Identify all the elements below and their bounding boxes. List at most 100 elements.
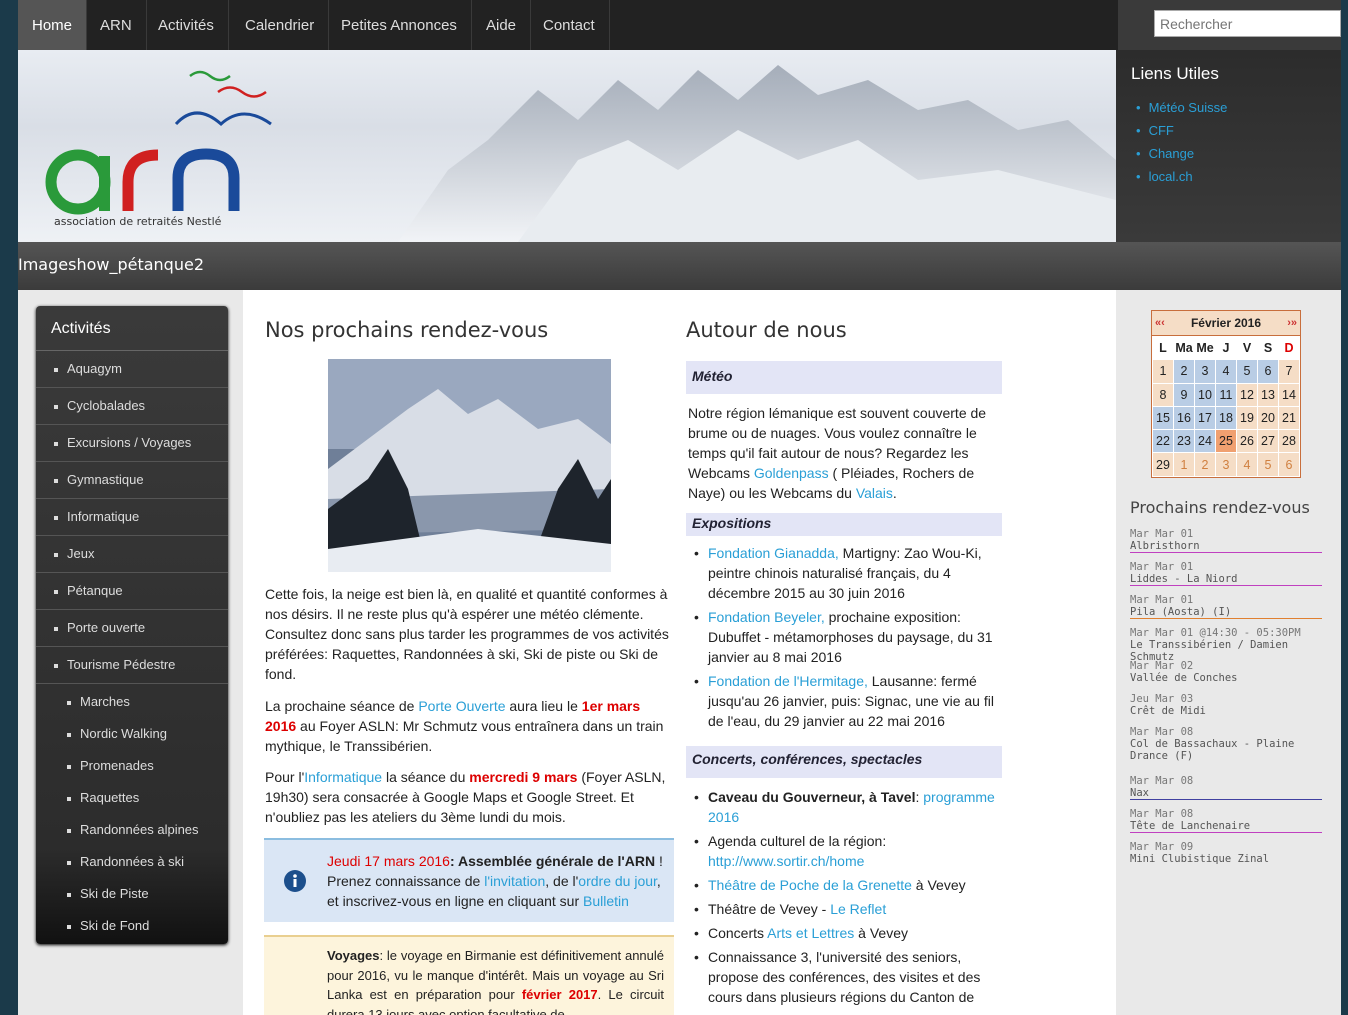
calendar-day-header: S xyxy=(1257,335,1279,361)
calendar-day[interactable]: 23 xyxy=(1173,429,1195,454)
link-local-ch[interactable]: local.ch xyxy=(1136,169,1341,192)
submenu-item-marches[interactable]: Marches xyxy=(36,686,228,718)
event-item[interactable]: Mar Mar 01 Pila (Aosta) (I) xyxy=(1130,594,1322,619)
calendar-day[interactable]: 4 xyxy=(1215,359,1237,384)
event-item[interactable]: Mar Mar 02 Vallée de Conches xyxy=(1130,660,1322,684)
calendar-day[interactable]: 19 xyxy=(1236,405,1258,431)
arn-logo[interactable] xyxy=(45,70,272,215)
porte-ouverte-link[interactable]: Porte Ouverte xyxy=(418,698,505,714)
menu-item-aquagym[interactable]: Aquagym xyxy=(36,351,228,388)
calendar-day[interactable]: 28 xyxy=(1278,429,1300,454)
calendar-day[interactable]: 27 xyxy=(1257,429,1279,454)
submenu-item-nordic-walking[interactable]: Nordic Walking xyxy=(36,718,228,750)
calendar-day[interactable]: 5 xyxy=(1236,359,1258,384)
menu-item-jeux[interactable]: Jeux xyxy=(36,536,228,573)
search-input[interactable] xyxy=(1154,10,1341,37)
voyages-label: Voyages xyxy=(327,948,380,963)
nav-arn[interactable]: ARN xyxy=(86,0,147,50)
menu-item-excursions[interactable]: Excursions / Voyages xyxy=(36,425,228,462)
calendar-next-button[interactable]: ›» xyxy=(1287,311,1297,335)
submenu-item-raquettes[interactable]: Raquettes xyxy=(36,782,228,814)
calendar-day[interactable]: 16 xyxy=(1173,405,1195,431)
calendar-day[interactable]: 2 xyxy=(1173,359,1195,384)
menu-item-cyclobalades[interactable]: Cyclobalades xyxy=(36,388,228,425)
calendar-day[interactable]: 1 xyxy=(1173,452,1195,477)
calendar-day[interactable]: 10 xyxy=(1194,382,1216,407)
calendar-day[interactable]: 29 xyxy=(1152,452,1174,477)
menu-item-label: Ski de Fond xyxy=(80,918,150,933)
link-meteo-suisse[interactable]: Météo Suisse xyxy=(1136,100,1341,123)
calendar-day[interactable]: 4 xyxy=(1236,452,1258,477)
calendar-day[interactable]: 12 xyxy=(1236,382,1258,407)
event-item[interactable]: Jeu Mar 03 Crêt de Midi xyxy=(1130,693,1322,717)
calendar-day[interactable]: 17 xyxy=(1194,405,1216,431)
event-item[interactable]: Mar Mar 01 Albristhorn xyxy=(1130,528,1322,553)
calendar-day[interactable]: 6 xyxy=(1278,452,1300,477)
calendar-day[interactable]: 11 xyxy=(1215,382,1237,407)
valais-link[interactable]: Valais xyxy=(856,485,893,501)
calendar-day[interactable]: 7 xyxy=(1278,359,1300,384)
calendar-day[interactable]: 25 xyxy=(1215,429,1237,454)
event-item[interactable]: Mar Mar 08 Nax xyxy=(1130,775,1322,800)
submenu-item-ski-de-fond[interactable]: Ski de Fond xyxy=(36,910,228,942)
menu-item-label: Pétanque xyxy=(67,583,123,598)
event-item[interactable]: Mar Mar 08 Tête de Lanchenaire xyxy=(1130,808,1322,833)
invitation-link[interactable]: l'invitation xyxy=(484,873,545,889)
arts-lettres-link[interactable]: Arts et Lettres xyxy=(767,925,854,941)
goldenpass-link[interactable]: Goldenpass xyxy=(754,465,829,481)
calendar-day[interactable]: 22 xyxy=(1152,429,1174,454)
calendar-day[interactable]: 3 xyxy=(1194,359,1216,384)
bulletin-link[interactable]: Bulletin xyxy=(583,893,629,909)
calendar-prev-button[interactable]: «‹ xyxy=(1155,311,1165,335)
menu-item-petanque[interactable]: Pétanque xyxy=(36,573,228,610)
event-item[interactable]: Mar Mar 01 @14:30 - 05:30PM Le Transsibér… xyxy=(1130,627,1322,663)
beyeler-link[interactable]: Fondation Beyeler, xyxy=(708,609,825,625)
mini-calendar: «‹ Février 2016 ›» L Ma Me J V S D 1 2 3 4 5 6 7 8 9 10 11… xyxy=(1151,310,1301,478)
ordre-du-jour-link[interactable]: ordre du jour xyxy=(578,873,657,889)
event-item[interactable]: Mar Mar 08 Col de Bassachaux - Plaine Dra… xyxy=(1130,726,1322,762)
calendar-day[interactable]: 24 xyxy=(1194,429,1216,454)
calendar-day[interactable]: 13 xyxy=(1257,382,1279,407)
calendar-day[interactable]: 20 xyxy=(1257,405,1279,431)
nav-petites-annonces[interactable]: Petites Annonces xyxy=(327,0,472,50)
link-cff[interactable]: CFF xyxy=(1136,123,1341,146)
nav-calendrier[interactable]: Calendrier xyxy=(231,0,330,50)
nav-aide[interactable]: Aide xyxy=(472,0,532,50)
le-reflet-link[interactable]: Le Reflet xyxy=(830,901,886,917)
calendar-day[interactable]: 2 xyxy=(1194,452,1216,477)
link-change[interactable]: Change xyxy=(1136,146,1341,169)
event-item[interactable]: Mar Mar 09 Mini Clubistique Zinal xyxy=(1130,841,1322,865)
calendar-day[interactable]: 18 xyxy=(1215,405,1237,431)
menu-item-porte-ouverte[interactable]: Porte ouverte xyxy=(36,610,228,647)
slideshow-bar xyxy=(18,242,1341,290)
submenu-item-randonnees-alpines[interactable]: Randonnées alpines xyxy=(36,814,228,846)
grenette-link[interactable]: Théâtre de Poche de la Grenette xyxy=(708,877,912,893)
submenu-item-promenades[interactable]: Promenades xyxy=(36,750,228,782)
nav-activites[interactable]: Activités xyxy=(144,0,229,50)
snowy-mountain-photo xyxy=(328,359,611,572)
calendar-day[interactable]: 5 xyxy=(1257,452,1279,477)
nav-contact[interactable]: Contact xyxy=(529,0,610,50)
calendar-day[interactable]: 9 xyxy=(1173,382,1195,407)
voyages-notice-box: Voyages: le voyage en Birmanie est défin… xyxy=(264,935,674,1015)
menu-item-gymnastique[interactable]: Gymnastique xyxy=(36,462,228,499)
calendar-day[interactable]: 21 xyxy=(1278,405,1300,431)
calendar-day[interactable]: 3 xyxy=(1215,452,1237,477)
informatique-link[interactable]: Informatique xyxy=(304,769,382,785)
submenu-item-ski-de-piste[interactable]: Ski de Piste xyxy=(36,878,228,910)
gianadda-link[interactable]: Fondation Gianadda, xyxy=(708,545,839,561)
calendar-day[interactable]: 14 xyxy=(1278,382,1300,407)
menu-item-informatique[interactable]: Informatique xyxy=(36,499,228,536)
calendar-day[interactable]: 15 xyxy=(1152,405,1174,431)
calendar-day[interactable]: 8 xyxy=(1152,382,1174,407)
nav-home[interactable]: Home xyxy=(18,0,88,50)
submenu-item-randonnees-ski[interactable]: Randonnées à ski xyxy=(36,846,228,878)
calendar-day[interactable]: 26 xyxy=(1236,429,1258,454)
sortir-link[interactable]: http://www.sortir.ch/home xyxy=(708,853,864,869)
menu-item-tourisme-pedestre[interactable]: Tourisme Pédestre xyxy=(36,647,228,684)
calendar-day[interactable]: 6 xyxy=(1257,359,1279,384)
event-item[interactable]: Mar Mar 01 Liddes - La Niord xyxy=(1130,561,1322,586)
calendar-day-header: D xyxy=(1278,335,1300,361)
hermitage-link[interactable]: Fondation de l'Hermitage, xyxy=(708,673,868,689)
calendar-day[interactable]: 1 xyxy=(1152,359,1174,384)
